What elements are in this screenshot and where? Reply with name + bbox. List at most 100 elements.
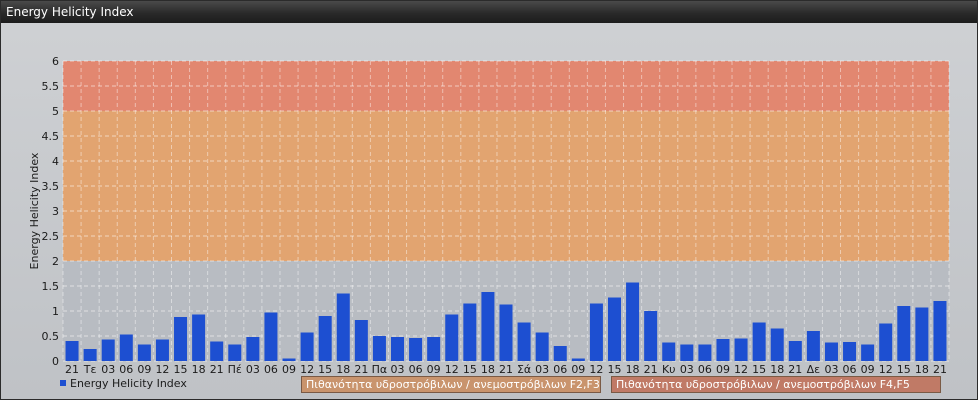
y-tick-label: 4 <box>52 155 59 168</box>
bar-23 <box>481 292 495 361</box>
bar-22 <box>463 303 477 361</box>
x-tick-label: 18 <box>915 363 929 376</box>
x-tick-label: 12 <box>879 363 893 376</box>
x-tick-label: 06 <box>264 363 278 376</box>
bar-43 <box>843 342 857 361</box>
x-tick-label: Πέ <box>228 363 242 376</box>
bar-13 <box>300 332 314 361</box>
x-tick-label: 21 <box>499 363 513 376</box>
y-tick-label: 3 <box>52 205 59 218</box>
x-tick-label: 09 <box>427 363 441 376</box>
x-tick-label: 15 <box>463 363 477 376</box>
bar-20 <box>427 337 441 361</box>
y-tick-label: 0.5 <box>42 330 60 343</box>
y-tick-label: 6 <box>52 55 59 68</box>
bar-44 <box>861 344 875 361</box>
x-tick-label: 09 <box>716 363 730 376</box>
x-tick-label: Σά <box>517 363 531 376</box>
x-tick-label: 15 <box>318 363 332 376</box>
bar-29 <box>589 303 603 361</box>
bar-38 <box>752 322 766 361</box>
bar-3 <box>119 334 133 361</box>
bar-28 <box>571 358 585 361</box>
legend-series-swatch <box>60 380 66 386</box>
bar-2 <box>101 339 115 361</box>
x-tick-label: 15 <box>752 363 766 376</box>
bar-27 <box>553 346 567 361</box>
bar-41 <box>806 331 820 361</box>
bar-25 <box>517 322 531 361</box>
x-tick-label: 21 <box>788 363 802 376</box>
y-tick-label: 1 <box>52 305 59 318</box>
x-tick-label: 06 <box>409 363 423 376</box>
bar-6 <box>174 317 188 361</box>
x-tick-label: Κυ <box>662 363 676 376</box>
bar-40 <box>788 341 802 361</box>
chart-window: Energy Helicity Index 0 0.5 1 1.5 2 2.5 3 3.5 4 4… <box>0 0 978 400</box>
bar-30 <box>607 297 621 361</box>
bar-16 <box>354 320 368 361</box>
x-tick-label: 12 <box>589 363 603 376</box>
x-tick-label: 12 <box>300 363 314 376</box>
y-tick-label: 4.5 <box>42 130 60 143</box>
x-tick-label: 21 <box>210 363 224 376</box>
bar-33 <box>662 342 676 361</box>
x-tick-label: 12 <box>155 363 169 376</box>
y-tick-label: 0 <box>52 355 59 368</box>
x-tick-label: 03 <box>101 363 115 376</box>
x-tick-label: 03 <box>535 363 549 376</box>
bar-19 <box>409 338 423 361</box>
bar-4 <box>137 344 151 361</box>
x-tick-label: 15 <box>174 363 188 376</box>
y-tick-label: 2.5 <box>42 230 60 243</box>
bar-35 <box>698 344 712 361</box>
x-tick-label: Τε <box>83 363 97 376</box>
bar-7 <box>192 314 206 361</box>
x-tick-label: 18 <box>192 363 206 376</box>
x-tick-label: 18 <box>481 363 495 376</box>
bar-11 <box>264 312 278 361</box>
x-tick-label: Δε <box>807 363 821 376</box>
x-tick-label: 06 <box>119 363 133 376</box>
x-tick-label: 15 <box>607 363 621 376</box>
x-tick-label: 03 <box>246 363 260 376</box>
bar-5 <box>155 339 169 361</box>
x-tick-label: 18 <box>626 363 640 376</box>
bar-46 <box>897 306 911 361</box>
bar-39 <box>770 328 784 361</box>
bar-45 <box>879 323 893 361</box>
energy-helicity-chart: 0 0.5 1 1.5 2 2.5 3 3.5 4 4.5 5 5.5 6 21 Τε 03 06 09 12 15… <box>28 55 950 376</box>
bar-21 <box>445 314 459 361</box>
x-tick-label: 03 <box>824 363 838 376</box>
y-axis-label: Energy Helicity Index <box>28 152 41 269</box>
x-tick-label: 09 <box>137 363 151 376</box>
x-tick-label: Πα <box>372 363 388 376</box>
bar-36 <box>716 339 730 361</box>
x-tick-label: 18 <box>336 363 350 376</box>
x-tick-label: 12 <box>734 363 748 376</box>
x-tick-label: 21 <box>354 363 368 376</box>
bar-8 <box>210 341 224 361</box>
bar-48 <box>933 301 947 361</box>
y-tick-label: 1.5 <box>42 280 60 293</box>
x-tick-label: 21 <box>65 363 79 376</box>
bar-15 <box>336 293 350 361</box>
bar-14 <box>318 316 332 361</box>
x-tick-label: 21 <box>644 363 658 376</box>
bar-1 <box>83 349 97 361</box>
x-tick-label: 09 <box>861 363 875 376</box>
x-tick-label: 15 <box>897 363 911 376</box>
bar-12 <box>282 358 296 361</box>
x-tick-label: 09 <box>282 363 296 376</box>
legend-series-label: Energy Helicity Index <box>70 377 187 390</box>
y-tick-label: 5 <box>52 105 59 118</box>
x-tick-label: 03 <box>391 363 405 376</box>
bar-0 <box>65 341 79 361</box>
legend-series: Energy Helicity Index <box>60 376 187 393</box>
bar-37 <box>734 338 748 361</box>
bar-31 <box>626 282 640 361</box>
y-tick-label: 5.5 <box>42 80 60 93</box>
x-tick-label: 12 <box>445 363 459 376</box>
x-tick-label: 03 <box>680 363 694 376</box>
bar-34 <box>680 344 694 361</box>
